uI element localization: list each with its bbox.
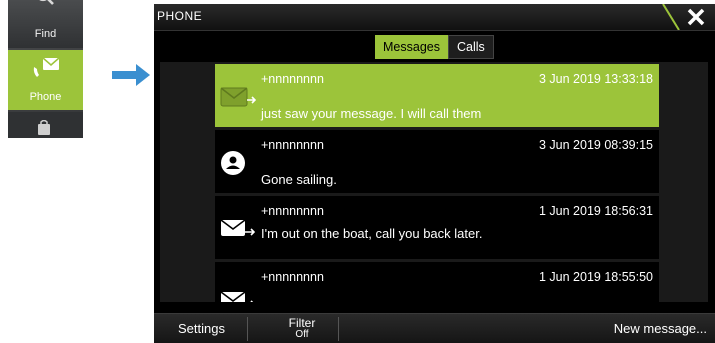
filter-value: Off — [295, 329, 309, 340]
launcher-item-phone[interactable]: Phone — [8, 50, 83, 110]
message-date: 1 Jun 2019 18:55:50 — [539, 270, 653, 284]
message-sender: +nnnnnnnn — [261, 72, 324, 86]
phone-window: PHONE Messages Calls +nnnnnnnn 3 Jun 201… — [154, 4, 715, 343]
message-date: 3 Jun 2019 13:33:18 — [539, 72, 653, 86]
launcher-item-next[interactable] — [8, 112, 83, 138]
close-icon[interactable] — [685, 6, 707, 28]
outgoing-envelope-icon — [220, 87, 257, 107]
message-list[interactable]: +nnnnnnnn 3 Jun 2019 13:33:18 just saw y… — [215, 64, 659, 302]
message-row[interactable]: +nnnnnnnn 3 Jun 2019 08:39:15 Gone saili… — [215, 130, 659, 193]
bag-icon — [38, 120, 50, 135]
title-bar: PHONE — [154, 4, 715, 31]
contact-avatar-icon — [221, 151, 245, 175]
message-sender: +nnnnnnnn — [261, 204, 324, 218]
window-title: PHONE — [157, 9, 203, 23]
message-text: I'm out on the boat, call you back later… — [261, 226, 483, 241]
message-list-panel: +nnnnnnnn 3 Jun 2019 13:33:18 just saw y… — [160, 62, 708, 302]
title-accent-slash — [662, 4, 680, 30]
filter-button[interactable]: Filter Off — [272, 314, 332, 343]
settings-button[interactable]: Settings — [178, 314, 225, 343]
launcher-find-label: Find — [34, 28, 57, 40]
bottom-toolbar: Settings Filter Off New message... — [154, 313, 715, 343]
message-text: Gone sailing. — [261, 172, 337, 187]
message-date: 3 Jun 2019 08:39:15 — [539, 138, 653, 152]
message-sender: +nnnnnnnn — [261, 270, 324, 284]
filter-label: Filter — [288, 316, 316, 330]
pointer-arrow-icon — [112, 64, 150, 86]
tab-bar: Messages Calls — [375, 35, 494, 59]
phone-envelope-icon — [33, 57, 60, 77]
toolbar-divider — [247, 317, 248, 341]
launcher-phone-label: Phone — [29, 91, 62, 103]
message-row[interactable]: +nnnnnnnn 1 Jun 2019 18:55:50 — [215, 262, 659, 302]
message-row[interactable]: +nnnnnnnn 1 Jun 2019 18:56:31 I'm out on… — [215, 196, 659, 259]
outgoing-envelope-icon — [220, 219, 256, 236]
search-icon — [39, 0, 54, 5]
launcher-item-find[interactable]: Find — [8, 0, 83, 48]
message-sender: +nnnnnnnn — [261, 138, 324, 152]
tab-calls[interactable]: Calls — [447, 35, 494, 59]
message-row[interactable]: +nnnnnnnn 3 Jun 2019 13:33:18 just saw y… — [215, 64, 659, 127]
app-launcher: Find Phone — [8, 0, 83, 138]
new-message-button[interactable]: New message... — [614, 314, 707, 343]
outgoing-envelope-icon — [220, 291, 254, 302]
message-text: just saw your message. I will call them — [261, 106, 482, 121]
toolbar-divider — [338, 317, 339, 341]
tab-messages[interactable]: Messages — [375, 35, 448, 59]
message-date: 1 Jun 2019 18:56:31 — [539, 204, 653, 218]
